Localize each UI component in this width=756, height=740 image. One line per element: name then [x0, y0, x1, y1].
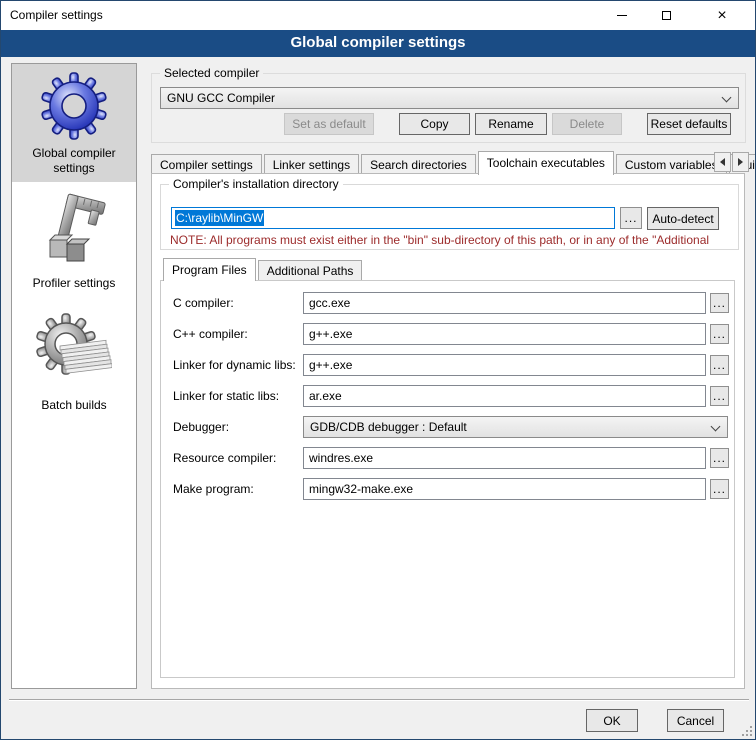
rename-button[interactable]: Rename [475, 113, 547, 135]
caliper-icon [38, 192, 110, 272]
note-text: NOTE: All programs must exist either in … [170, 233, 736, 247]
set-as-default-button: Set as default [284, 113, 374, 135]
tab-compiler-settings[interactable]: Compiler settings [151, 154, 262, 174]
field-row-resource-compiler: Resource compiler: ... [161, 447, 736, 469]
field-row-static-linker: Linker for static libs: ... [161, 385, 736, 407]
browse-button[interactable]: ... [710, 324, 729, 344]
field-row-debugger: Debugger: GDB/CDB debugger : Default [161, 416, 736, 438]
sidebar-item-global-compiler-settings[interactable]: Global compiler settings [12, 70, 136, 176]
field-row-dynamic-linker: Linker for dynamic libs: ... [161, 354, 736, 376]
window-title: Compiler settings [10, 1, 103, 30]
auto-detect-button[interactable]: Auto-detect [647, 207, 719, 230]
browse-button[interactable]: ... [710, 448, 729, 468]
right-triangle-icon [738, 158, 743, 166]
tab-scroll-right-button[interactable] [732, 152, 749, 172]
browse-directory-button[interactable]: ... [620, 207, 642, 229]
resource-compiler-input[interactable] [303, 447, 706, 469]
installation-directory-group: Compiler's installation directory C:\ray… [160, 184, 739, 250]
page-title: Global compiler settings [1, 30, 755, 57]
blue-gear-icon [40, 70, 108, 142]
cancel-button[interactable]: Cancel [667, 709, 724, 732]
tab-scroll-left-button[interactable] [714, 152, 731, 172]
selected-path-text: C:\raylib\MinGW [175, 210, 264, 226]
tab-program-files[interactable]: Program Files [163, 258, 256, 281]
browse-button[interactable]: ... [710, 386, 729, 406]
close-button[interactable]: × [689, 1, 755, 30]
program-files-panel: C compiler: ... C++ compiler: ... Linker… [160, 280, 735, 678]
chevron-down-icon [722, 93, 732, 103]
debugger-select[interactable]: GDB/CDB debugger : Default [303, 416, 728, 438]
field-label: C compiler: [173, 292, 234, 314]
compiler-settings-dialog: Compiler settings × Global compiler sett… [0, 0, 756, 740]
resize-grip[interactable] [740, 724, 752, 736]
group-label: Selected compiler [160, 66, 263, 80]
programs-tabstrip: Program Files Additional Paths [163, 257, 364, 280]
sidebar-item-profiler-settings[interactable]: Profiler settings [12, 192, 136, 291]
field-row-c-compiler: C compiler: ... [161, 292, 736, 314]
footer-divider [9, 699, 749, 701]
maximize-icon [662, 11, 671, 20]
static-libs-linker-input[interactable] [303, 385, 706, 407]
tab-additional-paths[interactable]: Additional Paths [258, 260, 363, 280]
left-triangle-icon [720, 158, 725, 166]
field-label: Make program: [173, 478, 254, 500]
reset-defaults-button[interactable]: Reset defaults [647, 113, 731, 135]
ok-button[interactable]: OK [586, 709, 638, 732]
compiler-select-value: GNU GCC Compiler [167, 91, 275, 105]
field-label: Resource compiler: [173, 447, 276, 469]
settings-category-list: Global compiler settings [11, 63, 137, 689]
delete-button: Delete [552, 113, 622, 135]
sidebar-item-label: Global compiler settings [19, 146, 129, 176]
minimize-icon [617, 15, 627, 16]
compiler-select[interactable]: GNU GCC Compiler [160, 87, 739, 109]
copy-button[interactable]: Copy [399, 113, 470, 135]
field-label: Debugger: [173, 416, 229, 438]
titlebar: Compiler settings × [1, 1, 755, 30]
field-label: Linker for static libs: [173, 385, 279, 407]
sidebar-item-batch-builds[interactable]: Batch builds [12, 312, 136, 413]
tab-custom-variables[interactable]: Custom variables [616, 154, 727, 174]
chevron-down-icon [711, 422, 721, 432]
sidebar-item-label: Profiler settings [19, 276, 129, 291]
tab-toolchain-executables[interactable]: Toolchain executables [478, 151, 614, 175]
gray-gear-stack-icon [36, 312, 112, 394]
c-compiler-input[interactable] [303, 292, 706, 314]
sidebar-item-label: Batch builds [19, 398, 129, 413]
make-program-input[interactable] [303, 478, 706, 500]
browse-button[interactable]: ... [710, 479, 729, 499]
main-tabstrip: Compiler settings Linker settings Search… [151, 150, 756, 174]
selected-compiler-group: Selected compiler GNU GCC Compiler Set a… [151, 73, 746, 143]
field-label: Linker for dynamic libs: [173, 354, 296, 376]
browse-button[interactable]: ... [710, 355, 729, 375]
close-icon: × [717, 8, 726, 24]
dynamic-libs-linker-input[interactable] [303, 354, 706, 376]
tab-linker-settings[interactable]: Linker settings [264, 154, 359, 174]
toolchain-executables-page: Compiler's installation directory C:\ray… [151, 173, 745, 689]
maximize-button[interactable] [644, 1, 689, 30]
installation-directory-input[interactable]: C:\raylib\MinGW [171, 207, 615, 229]
debugger-select-value: GDB/CDB debugger : Default [310, 420, 467, 434]
field-label: C++ compiler: [173, 323, 248, 345]
group-label: Compiler's installation directory [169, 177, 343, 191]
field-row-cpp-compiler: C++ compiler: ... [161, 323, 736, 345]
minimize-button[interactable] [599, 1, 644, 30]
browse-button[interactable]: ... [710, 293, 729, 313]
cpp-compiler-input[interactable] [303, 323, 706, 345]
tab-search-directories[interactable]: Search directories [361, 154, 476, 174]
field-row-make-program: Make program: ... [161, 478, 736, 500]
